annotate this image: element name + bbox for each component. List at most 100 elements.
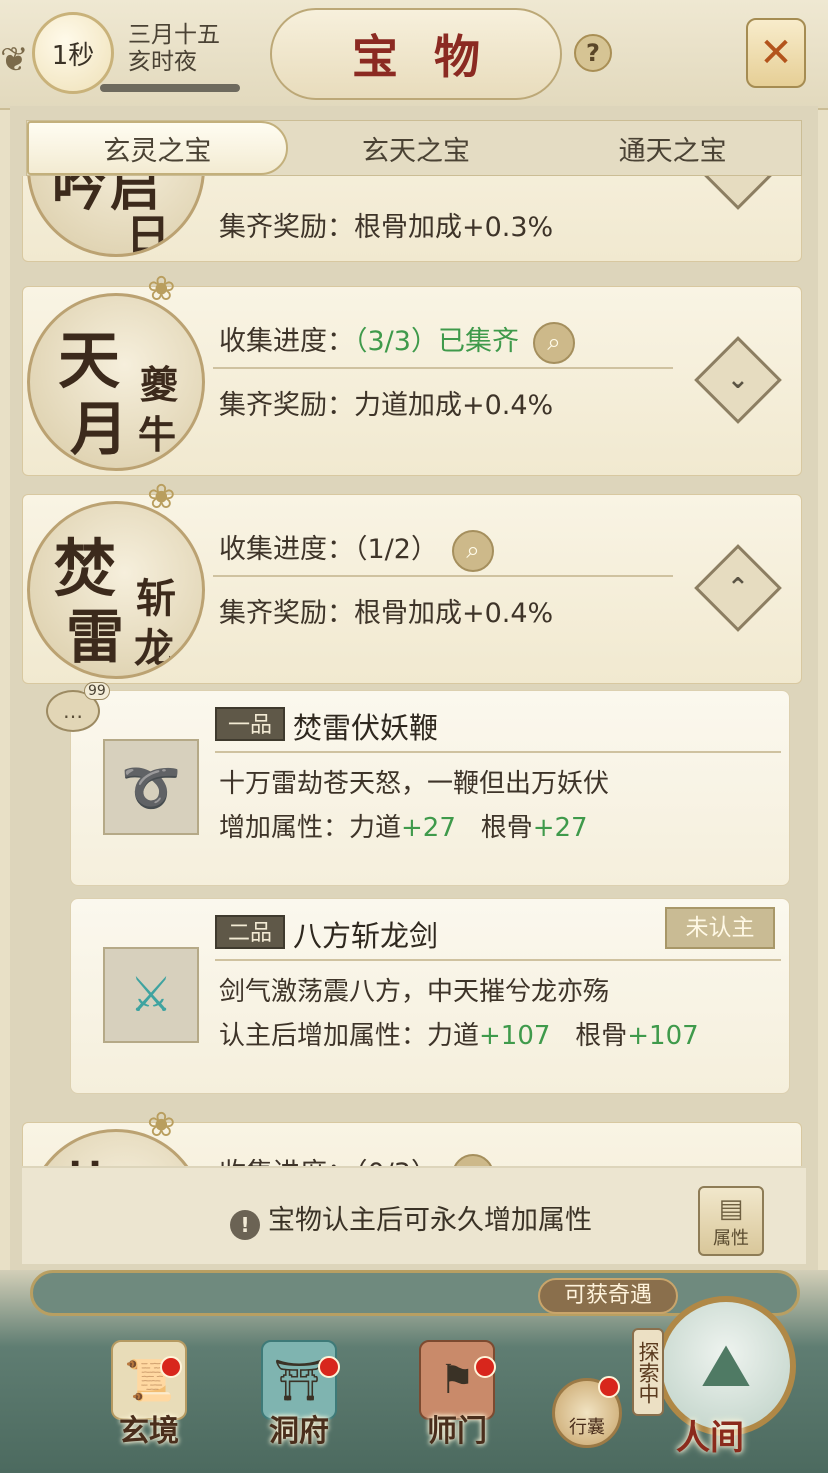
attr-label: 根骨: [575, 1021, 628, 1051]
reward-row: 集齐奖励：根骨加成+0.3%: [219, 205, 553, 244]
nav-xuanjing[interactable]: 📜 玄境: [94, 1340, 204, 1460]
expand-toggle[interactable]: ⌄: [694, 336, 782, 424]
notice-text-row: ! 宝物认主后可永久增加属性: [230, 1198, 592, 1240]
world-label: 人间: [676, 1418, 744, 1458]
chat-bubble-icon: …: [63, 699, 83, 723]
reward-label: 集齐奖励：: [219, 212, 354, 243]
attribute-label: 属性: [713, 1228, 749, 1249]
progress-row: 收集进度：（0/3） ⌕: [219, 1151, 494, 1166]
progress-row: 收集进度：（1/2） ⌕: [219, 527, 494, 572]
tab-xuanling[interactable]: 玄灵之宝: [27, 121, 288, 175]
help-icon: ?: [586, 39, 600, 67]
info-icon: !: [230, 1210, 260, 1240]
timer-text: 1秒: [51, 40, 95, 71]
grade-badge: 一品: [215, 707, 285, 741]
nav-dongfu[interactable]: ⛩ 洞府: [244, 1340, 354, 1460]
treasure-item[interactable]: ➰ 一品 焚雷伏妖鞭 十万雷劫苍天怒，一鞭但出万妖伏 增加属性：力道+27 根骨…: [70, 690, 790, 886]
attr-prefix: 增加属性：力道: [219, 813, 402, 843]
grade-badge: 二品: [215, 915, 285, 949]
set-card: 吟 启 日 集齐奖励：根骨加成+0.3% ⌄: [22, 176, 802, 262]
reward-value: 根骨加成+0.4%: [354, 598, 554, 629]
item-attr: 增加属性：力道+27 根骨+27: [219, 807, 588, 844]
set-seal: 焚 雷 斩 龙: [27, 501, 205, 679]
seal-char: 日: [126, 211, 170, 257]
attr-prefix: 认主后增加属性：力道: [219, 1021, 480, 1051]
date-line2: 亥时夜: [128, 49, 197, 75]
item-name: 八方斩龙剑: [293, 919, 439, 953]
attr-value: +27: [532, 813, 588, 843]
notification-dot: [598, 1376, 620, 1398]
game-date: 三月十五 亥时夜: [128, 22, 220, 76]
attr-label: 根骨: [480, 813, 533, 843]
landscape-icon: ⛰: [700, 1331, 752, 1401]
title-plate: 宝物: [270, 8, 562, 100]
magnifier-icon[interactable]: ⌕: [532, 321, 575, 364]
exploring-tag: 探索中: [632, 1328, 664, 1416]
seal-char: 黄: [54, 1142, 116, 1166]
reward-value: 力道加成+0.4%: [354, 390, 554, 421]
timer-badge: 1秒: [32, 12, 114, 94]
item-attr: 认主后增加属性：力道+107 根骨+107: [219, 1015, 699, 1052]
close-button[interactable]: ✕: [746, 18, 806, 88]
seal-char: 月: [70, 395, 129, 463]
progress-label: 收集进度：: [219, 1158, 354, 1166]
tab-tongtian[interactable]: 通天之宝: [544, 121, 801, 175]
tab-xuantian[interactable]: 玄天之宝: [288, 121, 545, 175]
adventure-badge: 可获奇遇: [538, 1278, 678, 1314]
whip-icon: ➰: [103, 739, 199, 835]
reward-row: 集齐奖励：力道加成+0.4%: [219, 383, 553, 422]
chat-count: 99: [84, 682, 110, 700]
item-desc: 剑气激荡震八方，中天摧兮龙亦殇: [219, 977, 610, 1007]
treasure-item[interactable]: ⚔ 二品 八方斩龙剑 未认主 剑气激荡震八方，中天摧兮龙亦殇 认主后增加属性：力…: [70, 898, 790, 1094]
page-title: 宝物: [352, 30, 516, 84]
notification-dot: [160, 1356, 182, 1378]
attribute-button[interactable]: ▤ 属性: [698, 1186, 764, 1256]
butterfly-icon: ❀: [147, 269, 176, 309]
attr-value: +107: [627, 1021, 699, 1051]
item-name: 焚雷伏妖鞭: [293, 711, 439, 745]
divider: [215, 751, 781, 753]
nav-label: 洞府: [269, 1414, 329, 1449]
seal-char: 龙: [134, 625, 174, 672]
magnifier-icon[interactable]: ⌕: [451, 1153, 494, 1166]
progress-status: 已集齐: [437, 326, 519, 357]
sword-icon: ⚔: [103, 947, 199, 1043]
progress-value: （1/2）: [354, 534, 438, 565]
timer-bar: [100, 84, 240, 92]
collapse-toggle[interactable]: ⌃: [694, 544, 782, 632]
help-button[interactable]: ?: [574, 34, 612, 72]
top-bar: ❦ 1秒 三月十五 亥时夜 宝物 ? ✕: [0, 0, 828, 110]
bag-label: 行囊: [569, 1417, 605, 1438]
butterfly-icon: ❀: [147, 477, 176, 517]
attr-value: +27: [401, 813, 456, 843]
notice-bar: ! 宝物认主后可永久增加属性: [22, 1168, 806, 1264]
reward-label: 集齐奖励：: [219, 598, 354, 629]
progress-label: 收集进度：: [219, 534, 354, 565]
magnifier-icon[interactable]: ⌕: [451, 529, 494, 572]
tab-label: 玄灵之宝: [103, 135, 212, 167]
set-seal: 天 月 夔 牛: [27, 293, 205, 471]
close-icon: ✕: [759, 30, 793, 76]
divider: [213, 367, 673, 369]
tab-label: 通天之宝: [618, 135, 727, 167]
tab-label: 玄天之宝: [362, 135, 470, 167]
set-seal: 吟 启 日: [27, 176, 205, 257]
chevron-down-icon: ⌄: [727, 176, 749, 181]
chat-button[interactable]: … 99: [46, 682, 110, 732]
divider: [215, 959, 781, 961]
seal-char: 夔: [140, 362, 179, 407]
treasure-list[interactable]: 吟 启 日 集齐奖励：根骨加成+0.3% ⌄ 天 月 夔 牛 ❀ 收集进度： （3…: [22, 176, 806, 1166]
collapse-toggle[interactable]: ⌄: [694, 176, 782, 210]
seal-char: 牛: [138, 412, 177, 457]
set-seal: 黄: [27, 1129, 205, 1166]
reward-row: 集齐奖励：根骨加成+0.4%: [219, 591, 553, 630]
seal-char: 雷: [66, 603, 125, 671]
nav-shimen[interactable]: ⚑ 师门: [402, 1340, 512, 1460]
progress-value: （3/3）: [354, 326, 438, 357]
unowned-badge: 未认主: [665, 907, 775, 949]
item-desc: 十万雷劫苍天怒，一鞭但出万妖伏: [219, 769, 610, 799]
divider: [213, 575, 673, 577]
date-line1: 三月十五: [128, 22, 220, 48]
chevron-down-icon: ⌄: [727, 364, 749, 395]
butterfly-icon: ❀: [147, 1105, 176, 1145]
